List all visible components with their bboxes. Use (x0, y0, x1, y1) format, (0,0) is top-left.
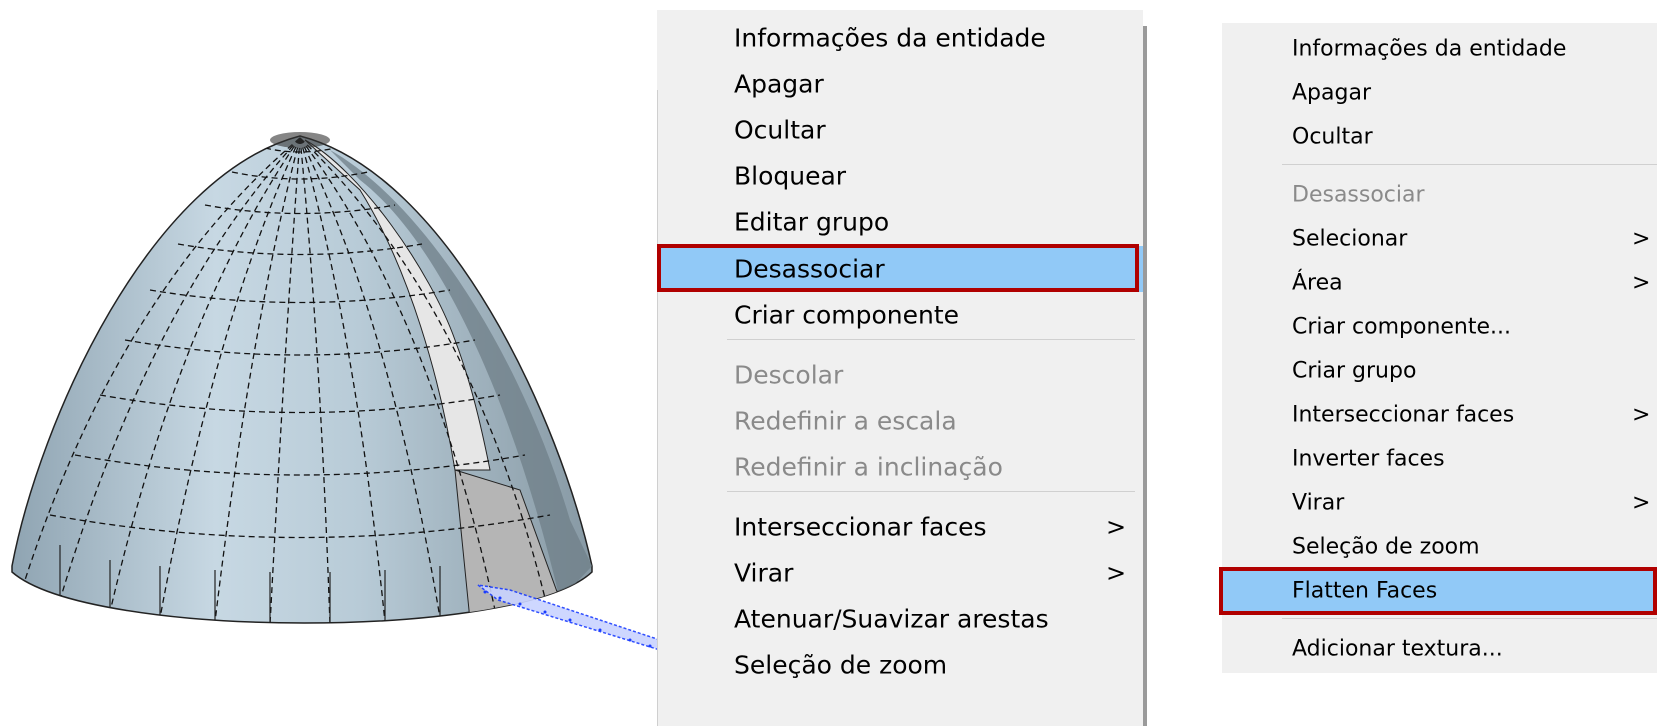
menu-item-label: Flatten Faces (1292, 578, 1438, 604)
menu-separator (727, 491, 1135, 492)
menu-item-label: Ocultar (1292, 124, 1373, 150)
menu-item-apagar[interactable]: Apagar (1222, 71, 1657, 115)
menu-item-virar[interactable]: Virar > (1222, 481, 1657, 525)
context-menu-left: Informações da entidade Apagar Ocultar Bloq… (657, 10, 1147, 726)
dome-apex (270, 132, 330, 148)
menu-item-ocultar[interactable]: Ocultar (1222, 115, 1657, 159)
menu-item-flatten-faces[interactable]: Flatten Faces (1222, 569, 1657, 613)
menu-item-label: Redefinir a inclinação (734, 452, 1003, 482)
menu-item-informacoes-da-entidade[interactable]: Informações da entidade (657, 15, 1143, 61)
chevron-right-icon: > (1106, 513, 1127, 541)
menu-item-label: Virar (1292, 490, 1345, 516)
menu-item-desassociar[interactable]: Desassociar (657, 246, 1143, 292)
menu-item-descolar: Descolar (657, 352, 1143, 398)
menu-item-label: Seleção de zoom (734, 650, 948, 680)
menu-item-atenuar-suavizar-arestas[interactable]: Atenuar/Suavizar arestas (657, 596, 1143, 642)
menu-item-virar[interactable]: Virar > (657, 550, 1143, 596)
chevron-right-icon: > (1632, 270, 1651, 296)
menu-item-label: Apagar (734, 69, 824, 99)
menu-item-redefinir-a-escala: Redefinir a escala (657, 398, 1143, 444)
menu-item-apagar[interactable]: Apagar (657, 61, 1143, 107)
chevron-right-icon: > (1632, 226, 1651, 252)
menu-separator (1282, 618, 1657, 619)
menu-item-label: Criar grupo (1292, 358, 1417, 384)
menu-item-label: Informações da entidade (1292, 36, 1567, 62)
menu-item-label: Seleção de zoom (1292, 534, 1480, 560)
menu-item-label: Atenuar/Suavizar arestas (734, 604, 1049, 634)
menu-item-interseccionar-faces[interactable]: Interseccionar faces > (657, 504, 1143, 550)
menu-item-ocultar[interactable]: Ocultar (657, 107, 1143, 153)
menu-item-criar-componente[interactable]: Criar componente... (1222, 305, 1657, 349)
menu-item-selecao-de-zoom[interactable]: Seleção de zoom (1222, 525, 1657, 569)
menu-item-area[interactable]: Área > (1222, 261, 1657, 305)
menu-item-label: Bloquear (734, 161, 847, 191)
menu-item-redefinir-a-inclinacao: Redefinir a inclinação (657, 444, 1143, 490)
menu-item-label: Virar (734, 558, 794, 588)
menu-separator (727, 339, 1135, 340)
context-menu-right: Informações da entidade Apagar Ocultar Desa… (1219, 23, 1657, 673)
menu-item-label: Informações da entidade (734, 23, 1046, 53)
chevron-right-icon: > (1632, 402, 1651, 428)
menu-item-label: Desassociar (1292, 182, 1425, 208)
menu-item-label: Interseccionar faces (1292, 402, 1515, 428)
dome-model-viewport[interactable] (0, 0, 660, 726)
menu-item-criar-grupo[interactable]: Criar grupo (1222, 349, 1657, 393)
menu-item-label: Selecionar (1292, 226, 1408, 252)
menu-item-label: Área (1292, 270, 1343, 296)
menu-item-label: Criar componente... (1292, 314, 1512, 340)
menu-item-desassociar: Desassociar (1222, 173, 1657, 217)
chevron-right-icon: > (1632, 490, 1651, 516)
menu-item-interseccionar-faces[interactable]: Interseccionar faces > (1222, 393, 1657, 437)
menu-item-label: Criar componente (734, 300, 960, 330)
menu-separator (1282, 164, 1657, 165)
menu-item-editar-grupo[interactable]: Editar grupo (657, 199, 1143, 245)
menu-item-label: Ocultar (734, 115, 826, 145)
menu-item-selecao-de-zoom[interactable]: Seleção de zoom (657, 642, 1143, 688)
menu-item-bloquear[interactable]: Bloquear (657, 153, 1143, 199)
menu-item-label: Desassociar (734, 254, 885, 284)
selection-strip (477, 584, 660, 651)
chevron-right-icon: > (1106, 559, 1127, 587)
menu-item-label: Interseccionar faces (734, 512, 987, 542)
menu-item-inverter-faces[interactable]: Inverter faces (1222, 437, 1657, 481)
menu-item-informacoes-da-entidade[interactable]: Informações da entidade (1222, 27, 1657, 71)
menu-item-label: Redefinir a escala (734, 406, 957, 436)
menu-item-label: Editar grupo (734, 207, 890, 237)
menu-item-label: Descolar (734, 360, 844, 390)
menu-shadow (1143, 26, 1147, 726)
menu-item-adicionar-textura[interactable]: Adicionar textura... (1222, 627, 1657, 671)
menu-item-label: Inverter faces (1292, 446, 1445, 472)
menu-item-label: Adicionar textura... (1292, 636, 1503, 662)
menu-item-criar-componente[interactable]: Criar componente (657, 292, 1143, 338)
menu-item-selecionar[interactable]: Selecionar > (1222, 217, 1657, 261)
menu-item-label: Apagar (1292, 80, 1371, 106)
